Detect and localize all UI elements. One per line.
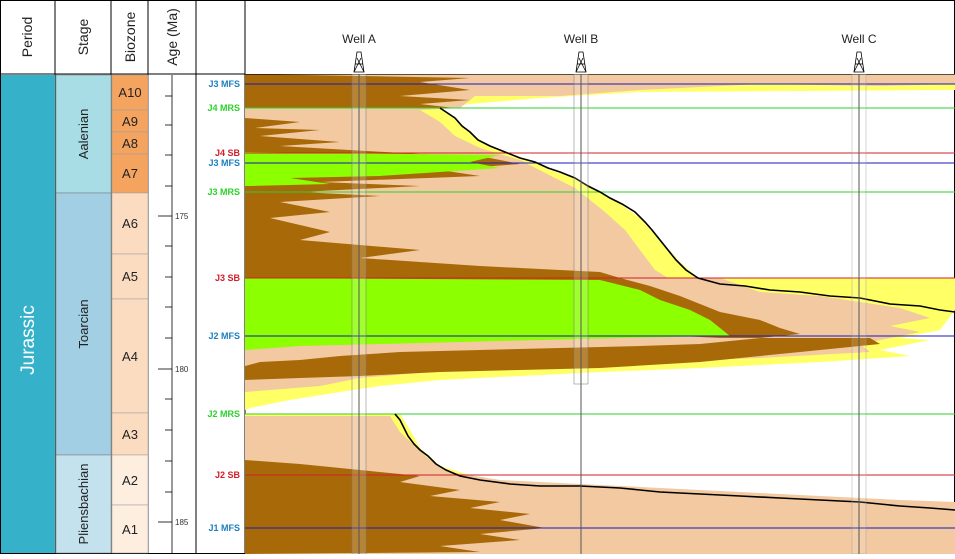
biozone-label-a1: A1: [122, 522, 138, 537]
age-tick-label-185: 185: [175, 518, 189, 527]
surface-label-j3-mrs: J3 MRS: [207, 187, 240, 197]
biozone-label-a2: A2: [122, 473, 138, 488]
stage-column: Aalenian Toarcian Pliensbachian: [55, 74, 112, 554]
age-tick-label-180: 180: [175, 365, 189, 374]
well-b-label: Well B: [564, 32, 598, 46]
well-a-column: [351, 74, 367, 554]
derrick-icon: [853, 51, 865, 73]
well-a-marker: Well A: [342, 32, 376, 73]
surface-label-j4-mrs: J4 MRS: [207, 103, 240, 113]
well-b-marker: Well B: [564, 32, 598, 73]
surface-label-j2-mrs: J2 MRS: [207, 409, 240, 419]
stage-label-aalenian: Aalenian: [76, 109, 91, 160]
surface-label-j2-sb: J2 SB: [215, 470, 241, 480]
well-b-column: [573, 74, 589, 554]
surface-label-j1-mfs: J1 MFS: [208, 523, 240, 533]
surface-label-j3-sb: J3 SB: [215, 273, 241, 283]
biozone-label-a6: A6: [122, 216, 138, 231]
period-column: Jurassic: [1, 75, 55, 553]
biozone-label-a8: A8: [122, 136, 138, 151]
biozone-label-a9: A9: [122, 114, 138, 129]
biozone-label-a3: A3: [122, 427, 138, 442]
derrick-icon: [575, 51, 587, 73]
biozone-label-a4: A4: [122, 349, 138, 364]
surface-label-j3-mfs-top: J3 MFS: [208, 79, 240, 89]
stage-label-toarcian: Toarcian: [76, 299, 91, 348]
age-header: Age (Ma): [164, 8, 180, 66]
period-header: Period: [19, 17, 35, 57]
age-column: 175 180 185: [158, 75, 189, 553]
surface-label-j4-sb: J4 SB: [215, 148, 241, 158]
well-c-marker: Well C: [841, 32, 877, 73]
well-a-label: Well A: [342, 32, 376, 46]
stage-header: Stage: [75, 18, 91, 55]
derrick-icon: [353, 51, 365, 73]
period-label: Jurassic: [18, 305, 39, 375]
chronostratigraphic-diagram: Period Stage Biozone Age (Ma) Jurassic A…: [0, 0, 955, 554]
well-c-column: [851, 74, 867, 554]
correlation-panel: Well A Well B Well C: [245, 32, 955, 554]
biozone-label-a5: A5: [122, 269, 138, 284]
surface-labels: J3 MFS J4 MRS J4 SB J3 MFS J3 MRS J3 SB …: [207, 79, 240, 533]
biozone-label-a7: A7: [122, 166, 138, 181]
surface-label-j3-mfs: J3 MFS: [208, 158, 240, 168]
surface-label-j2-mfs: J2 MFS: [208, 331, 240, 341]
biozone-label-a10: A10: [118, 85, 141, 100]
well-c-label: Well C: [841, 32, 876, 46]
age-tick-label-175: 175: [175, 212, 189, 221]
biozone-header: Biozone: [122, 11, 138, 62]
stage-label-pliensbachian: Pliensbachian: [76, 464, 91, 545]
biozone-column: A10 A9 A8 A7 A6 A5 A4 A3 A2 A1: [111, 74, 149, 554]
